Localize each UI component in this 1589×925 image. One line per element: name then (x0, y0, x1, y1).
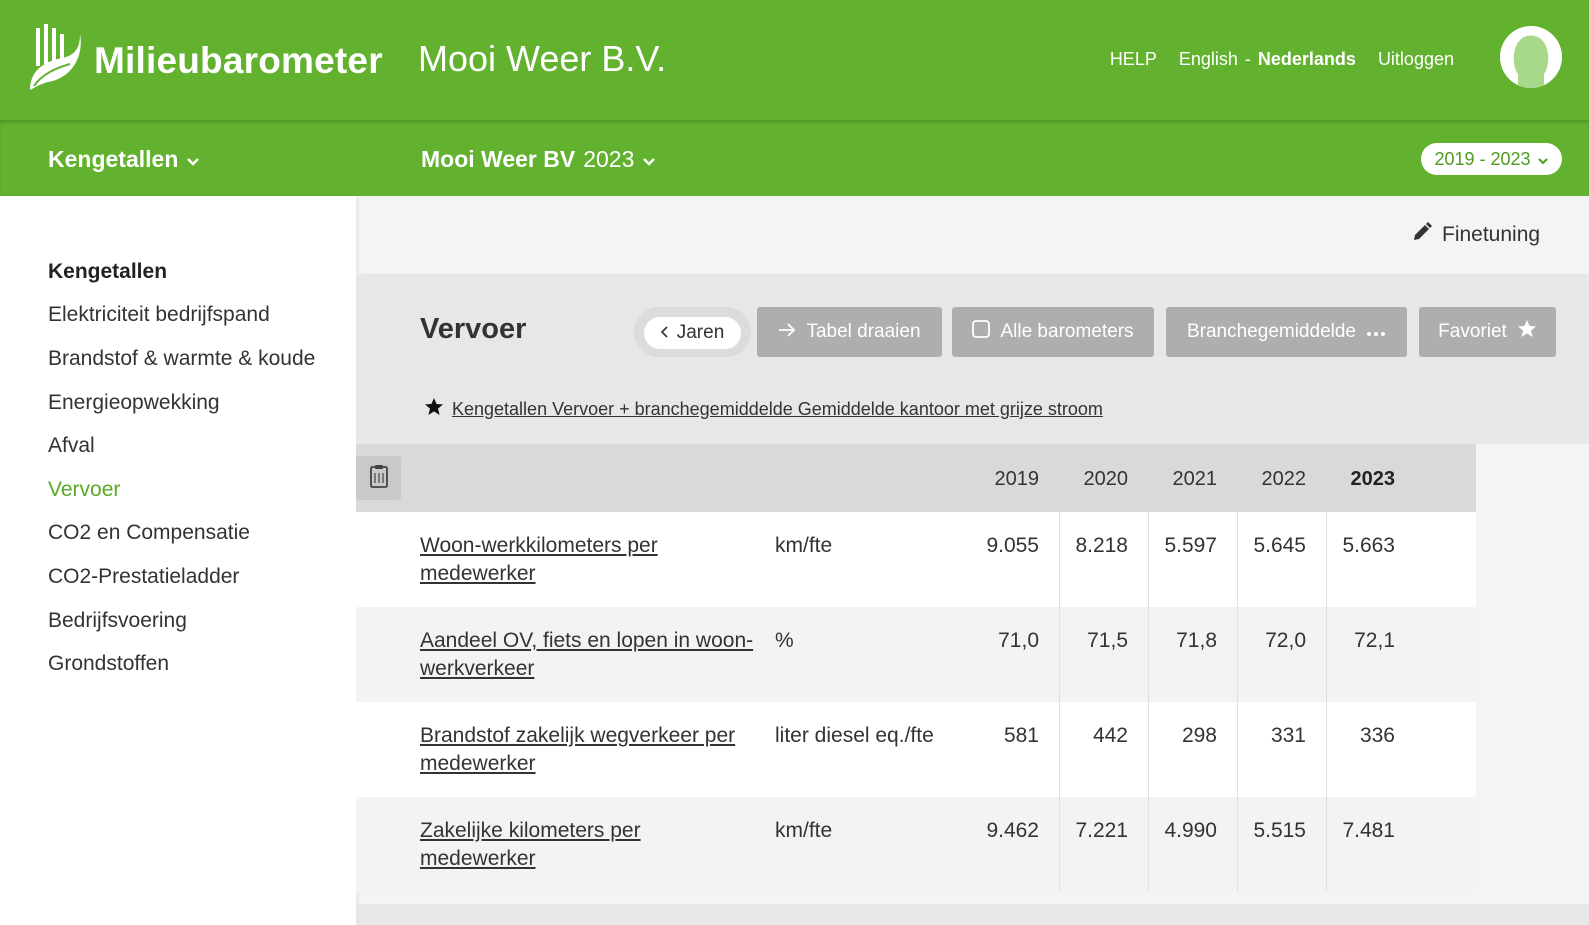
table-header: 2019 2020 2021 2022 2023 (356, 444, 1476, 512)
logout-link[interactable]: Uitloggen (1378, 49, 1454, 70)
arrow-right-icon (778, 321, 796, 343)
row-value: 71,0 (998, 629, 1039, 652)
sidebar-heading[interactable]: Kengetallen (48, 260, 167, 284)
row-value: 442 (1092, 724, 1128, 747)
logo[interactable]: Milieubarometer (26, 22, 383, 99)
sidebar-item-grondstoffen[interactable]: Grondstoffen (48, 652, 169, 676)
row-value: 331 (1270, 724, 1306, 747)
row-value: 8.218 (1075, 534, 1128, 557)
copy-clipboard-button[interactable] (356, 456, 401, 500)
clipboard-icon (369, 464, 389, 493)
favorite-line: Kengetallen Vervoer + branchegemiddelde … (424, 397, 1103, 422)
row-label-link[interactable]: Zakelijke kilometers per medewerker (420, 817, 760, 873)
sidebar-item-vervoer[interactable]: Vervoer (48, 478, 120, 502)
company-name: Mooi Weer B.V. (418, 38, 667, 79)
finetuning-label: Finetuning (1442, 223, 1541, 246)
jaren-label: Jaren (676, 322, 725, 343)
row-value: 7.481 (1342, 819, 1395, 842)
sidebar-item-brandstof[interactable]: Brandstof & warmte & koude (48, 347, 315, 371)
row-value: 71,8 (1176, 629, 1217, 652)
year-header-2019: 2019 (994, 468, 1040, 490)
ellipsis-icon (1366, 321, 1386, 343)
context-bar: Kengetallen Mooi Weer BV 2023 (0, 120, 1589, 196)
row-value: 5.663 (1342, 534, 1395, 557)
alle-barometers-button[interactable]: Alle barometers (952, 307, 1154, 357)
row-value: 5.645 (1253, 534, 1306, 557)
sidebar-item-co2-prestatieladder[interactable]: CO2-Prestatieladder (48, 565, 239, 589)
top-links: HELP English - Nederlands Uitloggen (1110, 49, 1454, 70)
panel-footer (356, 904, 1589, 925)
lang-english-link[interactable]: English (1179, 49, 1238, 70)
row-value: 336 (1359, 724, 1395, 747)
row-value: 72,1 (1354, 629, 1395, 652)
section-dropdown[interactable]: Kengetallen (48, 146, 200, 173)
favorite-link[interactable]: Kengetallen Vervoer + branchegemiddelde … (452, 399, 1103, 420)
hand-leaf-icon (26, 22, 82, 99)
star-icon (1517, 319, 1537, 345)
table-row: Zakelijke kilometers per medewerker km/f… (356, 797, 1476, 892)
branchegemiddelde-button[interactable]: Branchegemiddelde (1166, 307, 1407, 357)
branchegemiddelde-label: Branchegemiddelde (1186, 321, 1356, 342)
table-row: Aandeel OV, fiets en lopen in woon-werkv… (356, 607, 1476, 702)
table-row: Brandstof zakelijk wegverkeer per medewe… (356, 702, 1476, 797)
favoriet-button[interactable]: Favoriet (1419, 307, 1556, 357)
section-dropdown-label: Kengetallen (48, 146, 179, 172)
row-value: 5.597 (1164, 534, 1217, 557)
alle-barometers-label: Alle barometers (1000, 321, 1134, 342)
organisation-year: 2023 (583, 146, 635, 172)
row-value: 298 (1181, 724, 1217, 747)
organisation-dropdown[interactable]: Mooi Weer BV 2023 (421, 146, 656, 173)
row-unit: km/fte (775, 534, 833, 557)
table-row: Woon-werkkilometers per medewerker km/ft… (356, 512, 1476, 607)
row-value: 9.055 (986, 534, 1039, 557)
chevron-down-icon (642, 146, 656, 173)
sidebar-item-energieopwekking[interactable]: Energieopwekking (48, 391, 220, 415)
year-header-2020: 2020 (1083, 468, 1129, 490)
year-header-2022: 2022 (1261, 468, 1307, 490)
top-header: Milieubarometer Mooi Weer B.V. HELP Engl… (0, 0, 1589, 120)
row-label-link[interactable]: Aandeel OV, fiets en lopen in woon-werkv… (420, 627, 760, 683)
sidebar-item-elektriciteit[interactable]: Elektriciteit bedrijfspand (48, 303, 270, 327)
lang-separator: - (1244, 49, 1251, 69)
user-avatar-icon[interactable] (1500, 26, 1562, 88)
help-link[interactable]: HELP (1110, 49, 1157, 70)
sidebar-item-bedrijfsvoering[interactable]: Bedrijfsvoering (48, 609, 187, 633)
sidebar: Kengetallen Elektriciteit bedrijfspand B… (0, 196, 356, 925)
organisation-name: Mooi Weer BV (421, 146, 576, 172)
year-range-label: 2019 - 2023 (1434, 148, 1531, 169)
chevron-down-icon (186, 146, 200, 173)
tabel-draaien-label: Tabel draaien (806, 321, 921, 342)
row-value: 72,0 (1265, 629, 1306, 652)
row-label-link[interactable]: Woon-werkkilometers per medewerker (420, 532, 760, 588)
sidebar-item-co2-compensatie[interactable]: CO2 en Compensatie (48, 521, 250, 545)
row-label-link[interactable]: Brandstof zakelijk wegverkeer per medewe… (420, 722, 760, 778)
row-value: 5.515 (1253, 819, 1306, 842)
page-title: Vervoer (420, 313, 527, 345)
finetuning-link[interactable]: Finetuning (1412, 222, 1540, 248)
lang-nederlands-link[interactable]: Nederlands (1258, 49, 1356, 70)
chevron-down-icon (1537, 149, 1549, 170)
checkbox-icon (972, 320, 991, 344)
sidebar-item-afval[interactable]: Afval (48, 434, 95, 458)
favoriet-label: Favoriet (1438, 321, 1507, 342)
year-range-dropdown[interactable]: 2019 - 2023 (1421, 143, 1562, 175)
row-value: 4.990 (1164, 819, 1217, 842)
row-value: 9.462 (986, 819, 1039, 842)
row-value: 71,5 (1087, 629, 1128, 652)
star-icon (424, 397, 444, 422)
row-unit: liter diesel eq./fte (775, 724, 934, 747)
logo-text: Milieubarometer (94, 39, 383, 81)
chevron-left-icon (660, 322, 669, 344)
row-unit: % (775, 629, 794, 652)
row-unit: km/fte (775, 819, 833, 842)
year-header-2021: 2021 (1172, 468, 1218, 490)
pencil-icon (1412, 222, 1432, 248)
row-value: 7.221 (1075, 819, 1128, 842)
tabel-draaien-button[interactable]: Tabel draaien (757, 307, 942, 357)
jaren-button[interactable]: Jaren (644, 317, 741, 349)
row-value: 581 (1003, 724, 1039, 747)
year-header-2023: 2023 (1350, 468, 1396, 490)
